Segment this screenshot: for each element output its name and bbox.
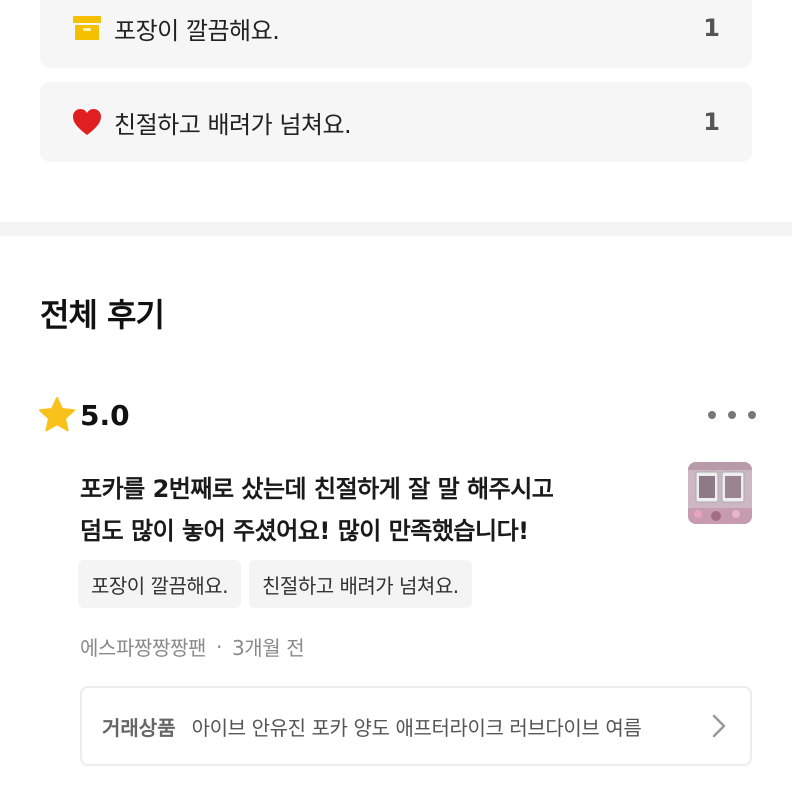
- rating-score: 5.0: [80, 398, 130, 432]
- product-name: 아이브 안유진 포카 양도 애프터라이크 러브다이브 여름: [191, 715, 642, 740]
- summary-item-count: 1: [703, 14, 720, 42]
- review-tags: 포장이 깔끔해요. 친절하고 배려가 넘쳐요.: [78, 560, 472, 608]
- star-icon: [38, 396, 76, 432]
- review-tag: 포장이 깔끔해요.: [78, 560, 242, 608]
- meta-separator: ·: [216, 634, 222, 659]
- heart-icon: [72, 107, 102, 137]
- review-text-line: 덤도 많이 놓어 주셨어요! 많이 만족했습니다!: [80, 517, 529, 545]
- review-author[interactable]: 에스파짱짱짱팬: [80, 632, 206, 661]
- review-tag: 친절하고 배려가 넘쳐요.: [249, 560, 472, 608]
- package-icon: [72, 13, 102, 43]
- summary-item-label: 포장이 깔끔해요.: [114, 16, 280, 45]
- review-rating: 5.0: [38, 396, 130, 434]
- review-text-line: 포카를 2번째로 샀는데 친절하게 잘 말 해주시고: [80, 475, 554, 503]
- product-label: 거래상품: [102, 715, 176, 740]
- summary-item-label: 친절하고 배려가 넘쳐요.: [114, 110, 352, 139]
- review-photo-thumbnail[interactable]: [688, 462, 752, 524]
- summary-item-count: 1: [703, 108, 720, 136]
- traded-product-link[interactable]: 거래상품 아이브 안유진 포카 양도 애프터라이크 러브다이브 여름: [80, 686, 752, 766]
- summary-item-packaging: 포장이 깔끔해요. 1: [40, 0, 752, 68]
- review-text: 포카를 2번째로 샀는데 친절하게 잘 말 해주시고 덤도 많이 놓어 주셨어요…: [80, 468, 640, 552]
- review-time: 3개월 전: [231, 636, 305, 660]
- section-divider: [0, 222, 792, 236]
- more-options-icon[interactable]: [708, 402, 756, 428]
- review-meta: 에스파짱짱짱팬 · 3개월 전: [80, 632, 305, 661]
- chevron-right-icon: [712, 714, 726, 738]
- section-title: 전체 후기: [40, 296, 165, 334]
- summary-item-kindness: 친절하고 배려가 넘쳐요. 1: [40, 82, 752, 162]
